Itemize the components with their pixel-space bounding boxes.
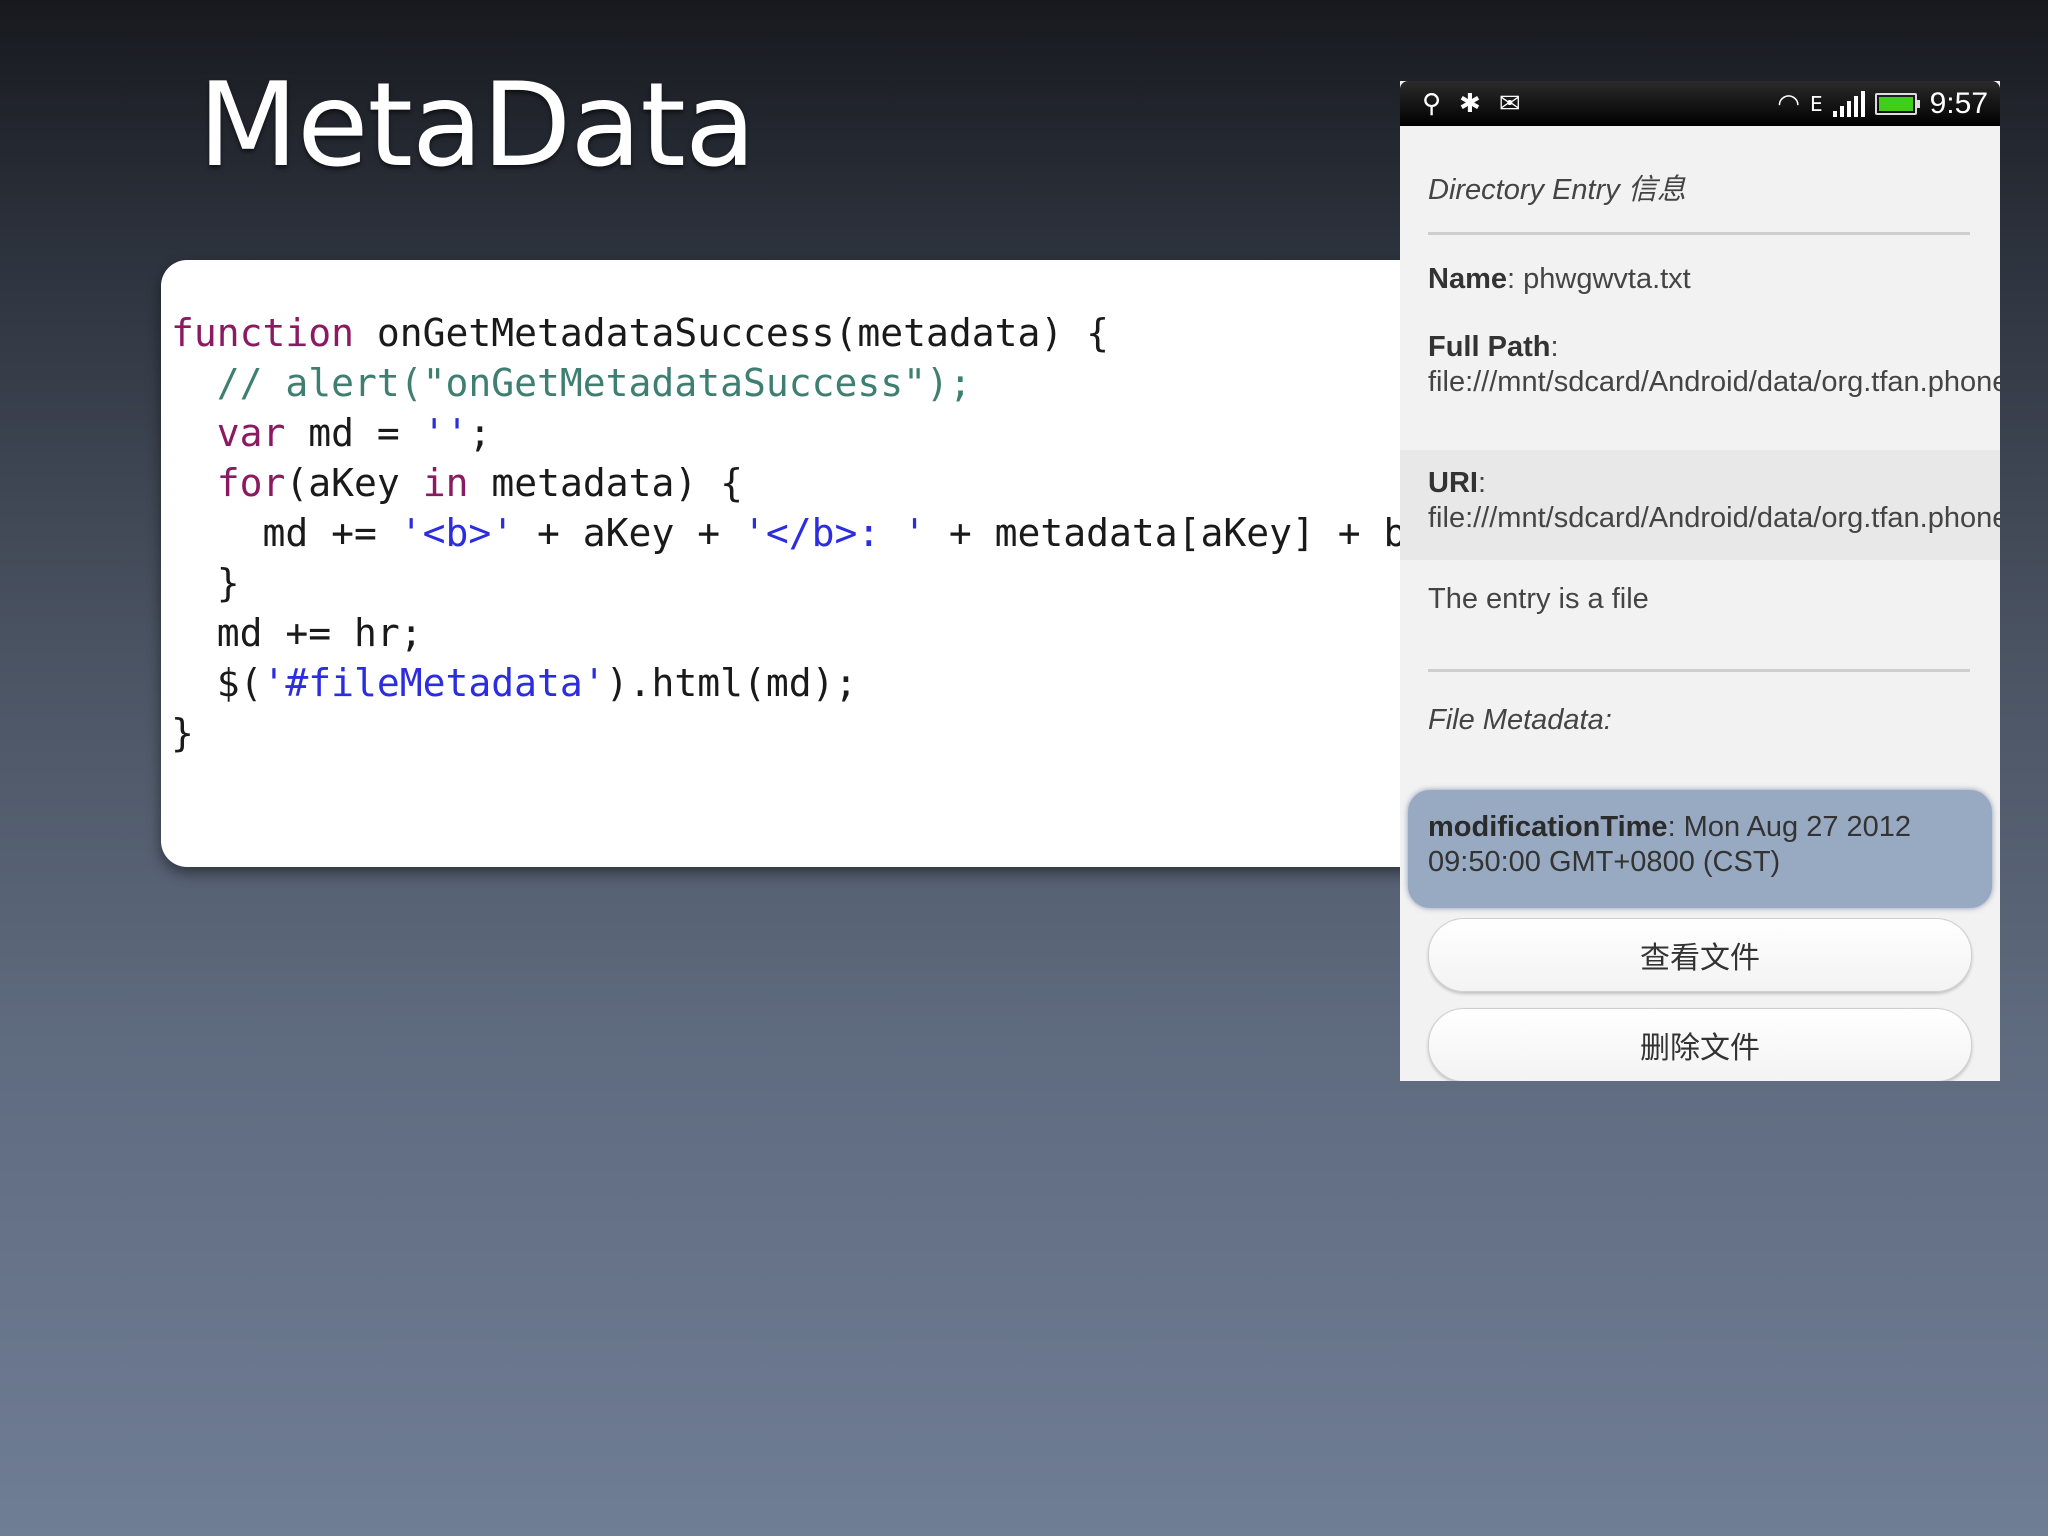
code-token: '#fileMetadata' bbox=[262, 661, 606, 705]
code-token: '<b>' bbox=[399, 511, 515, 555]
delete-file-button[interactable]: 删除文件 bbox=[1428, 1008, 1972, 1081]
code-line: } bbox=[171, 558, 1452, 608]
message-icon: ✉ bbox=[1498, 89, 1521, 119]
name-row: Name: phwgwvta.txt bbox=[1428, 262, 1970, 297]
code-block: function onGetMetadataSuccess(metadata) … bbox=[171, 308, 1452, 758]
code-line: // alert("onGetMetadataSuccess"); bbox=[171, 358, 1452, 408]
code-snippet-card: function onGetMetadataSuccess(metadata) … bbox=[161, 260, 1452, 867]
code-token: $( bbox=[171, 661, 263, 705]
code-token: onGetMetadataSuccess(metadata) { bbox=[354, 311, 1110, 355]
code-token: md += bbox=[171, 511, 400, 555]
wifi-icon: ◠ bbox=[1777, 89, 1800, 119]
code-line: var md = ''; bbox=[171, 408, 1452, 458]
battery-icon bbox=[1874, 93, 1917, 115]
status-bar: ⚲ ✱ ✉ ◠ E 9:57 bbox=[1400, 81, 2000, 126]
code-line: function onGetMetadataSuccess(metadata) … bbox=[171, 308, 1452, 358]
usb-icon: ⚲ bbox=[1422, 89, 1442, 119]
code-token: '</b>: ' bbox=[742, 511, 926, 555]
code-token: (aKey bbox=[285, 461, 423, 505]
code-line: for(aKey in metadata) { bbox=[171, 458, 1452, 508]
battery-tip bbox=[1916, 100, 1920, 108]
divider bbox=[1428, 669, 1970, 672]
code-line: md += '<b>' + aKey + '</b>: ' + metadata… bbox=[171, 508, 1453, 558]
code-token: + metadata[aKey] + br; bbox=[925, 511, 1453, 555]
directory-entry-heading: Directory Entry 信息 bbox=[1428, 174, 1686, 206]
full-path-label: Full Path bbox=[1428, 331, 1551, 363]
code-token: for bbox=[216, 461, 286, 505]
phone-screenshot: ⚲ ✱ ✉ ◠ E 9:57 Directory Entry 信息 Name: … bbox=[1400, 81, 2000, 1081]
code-token: md = bbox=[285, 411, 423, 455]
status-clock: 9:57 bbox=[1929, 87, 1988, 120]
code-token: md += hr; bbox=[171, 611, 423, 655]
modification-time-label: modificationTime bbox=[1428, 811, 1668, 843]
uri-label: URI bbox=[1428, 467, 1478, 499]
code-token: // alert("onGetMetadataSuccess"); bbox=[171, 361, 972, 405]
code-line: $('#fileMetadata').html(md); bbox=[171, 658, 1452, 708]
code-token: ; bbox=[468, 411, 492, 455]
code-token: '' bbox=[422, 411, 469, 455]
view-file-button[interactable]: 查看文件 bbox=[1428, 918, 1972, 992]
uri-row: URI: file:///mnt/sdcard/Android/data/org… bbox=[1428, 466, 2000, 536]
code-line: md += hr; bbox=[171, 608, 1452, 658]
modification-time-text: modificationTime: Mon Aug 27 2012 09:50:… bbox=[1428, 810, 1968, 880]
network-type-indicator: E bbox=[1809, 92, 1823, 116]
modification-time-item[interactable]: modificationTime: Mon Aug 27 2012 09:50:… bbox=[1408, 790, 1992, 908]
file-metadata-heading: File Metadata: bbox=[1428, 704, 1612, 736]
code-token: + aKey + bbox=[514, 511, 743, 555]
uri-value: : file:///mnt/sdcard/Android/data/org.tf… bbox=[1428, 467, 2000, 534]
code-token: } bbox=[171, 561, 240, 605]
code-token: ).html(md); bbox=[605, 661, 858, 705]
code-line: } bbox=[171, 708, 1452, 758]
code-token: function bbox=[171, 311, 355, 355]
entry-type-text: The entry is a file bbox=[1428, 583, 1649, 615]
full-path-row: Full Path: file:///mnt/sdcard/Android/da… bbox=[1428, 330, 2000, 400]
code-token: var bbox=[216, 411, 286, 455]
name-label: Name bbox=[1428, 263, 1507, 295]
code-token: in bbox=[422, 461, 469, 505]
code-token: metadata) { bbox=[468, 461, 743, 505]
divider bbox=[1428, 232, 1970, 235]
signal-strength-icon bbox=[1832, 91, 1865, 117]
code-token: } bbox=[171, 711, 194, 755]
slide-title: MetaData bbox=[198, 58, 756, 193]
android-debug-icon: ✱ bbox=[1459, 89, 1481, 119]
name-value: : phwgwvta.txt bbox=[1507, 263, 1691, 295]
